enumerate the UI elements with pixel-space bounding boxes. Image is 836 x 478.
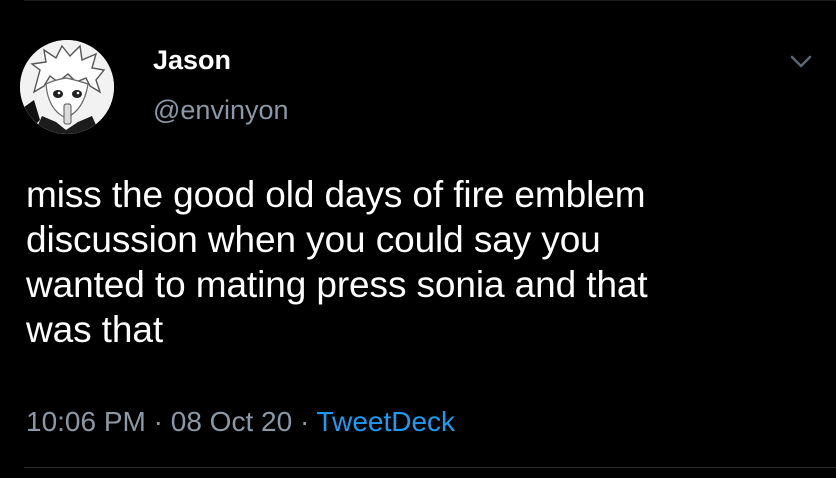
tweet-source-link[interactable]: TweetDeck bbox=[317, 406, 456, 437]
meta-separator: · bbox=[299, 406, 310, 437]
author-display-name[interactable]: Jason bbox=[153, 45, 231, 75]
top-divider bbox=[24, 0, 836, 1]
tweet-date[interactable]: 08 Oct 20 bbox=[171, 406, 292, 437]
tweet-meta: 10:06 PM · 08 Oct 20 · TweetDeck bbox=[26, 405, 455, 439]
author-handle[interactable]: @envinyon bbox=[153, 95, 289, 125]
avatar[interactable] bbox=[20, 40, 114, 134]
tweet-time[interactable]: 10:06 PM bbox=[26, 406, 146, 437]
bottom-divider bbox=[24, 467, 836, 468]
chevron-down-icon[interactable] bbox=[786, 50, 816, 72]
avatar-image bbox=[20, 40, 114, 134]
meta-separator: · bbox=[153, 406, 163, 437]
tweet-text: miss the good old days of fire emblem di… bbox=[26, 174, 648, 350]
